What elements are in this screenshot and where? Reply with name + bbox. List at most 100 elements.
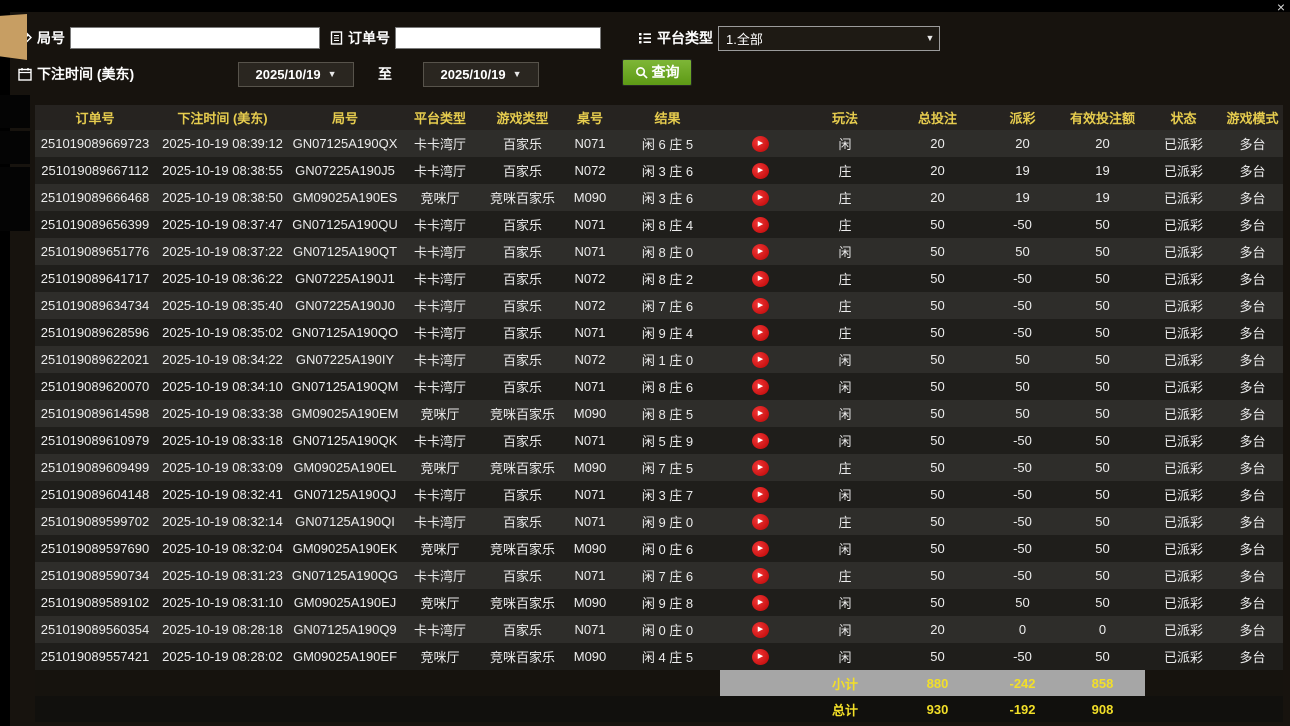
platform-select[interactable]: 1.全部 ▼ [718, 26, 940, 51]
close-icon[interactable]: × [1277, 0, 1285, 14]
order-no-cell: 251019089599702 [35, 508, 155, 535]
date-from-select[interactable]: 2025/10/19 ▼ [238, 62, 354, 87]
game-type-cell: 百家乐 [480, 508, 565, 535]
play-icon[interactable]: ▶ [752, 352, 769, 368]
game-type-cell: 竞咪百家乐 [480, 535, 565, 562]
play-icon[interactable]: ▶ [752, 163, 769, 179]
platform-type-cell: 竞咪厅 [400, 643, 480, 670]
play-icon[interactable]: ▶ [752, 622, 769, 638]
round-no-cell: GN07125A190QK [290, 427, 400, 454]
column-header: 订单号 [35, 105, 155, 130]
status-cell: 已派彩 [1145, 481, 1222, 508]
round-no-cell: GN07125A190QG [290, 562, 400, 589]
bet-type-cell: 庄 [800, 184, 890, 211]
table-row: 2510190895997022025-10-19 08:32:14GN0712… [35, 508, 1283, 535]
valid-bet-cell: 50 [1060, 562, 1145, 589]
bet-type-cell: 庄 [800, 454, 890, 481]
play-icon[interactable]: ▶ [752, 541, 769, 557]
result-cell: 闲 8 庄 0 [615, 238, 720, 265]
search-button[interactable]: 查询 [622, 59, 692, 86]
play-icon[interactable]: ▶ [752, 244, 769, 260]
platform-type-cell: 卡卡湾厅 [400, 373, 480, 400]
records-table: 订单号下注时间 (美东)局号平台类型游戏类型桌号结果玩法总投注派彩有效投注额状态… [35, 105, 1283, 722]
bet-time-cell: 2025-10-19 08:32:41 [155, 481, 290, 508]
play-icon[interactable]: ▶ [752, 379, 769, 395]
order-no-cell: 251019089634734 [35, 292, 155, 319]
date-to-value: 2025/10/19 [441, 67, 506, 82]
valid-bet-cell: 50 [1060, 508, 1145, 535]
order-input[interactable] [395, 27, 601, 49]
play-icon[interactable]: ▶ [752, 325, 769, 341]
result-cell: 闲 6 庄 5 [615, 130, 720, 157]
game-mode-cell: 多台 [1222, 265, 1283, 292]
side-tab-handle[interactable] [0, 14, 27, 60]
total-bet-cell: 20 [890, 130, 985, 157]
table-row: 2510190896285962025-10-19 08:35:02GN0712… [35, 319, 1283, 346]
bet-time-cell: 2025-10-19 08:39:12 [155, 130, 290, 157]
sum-payout-cell: -242 [985, 670, 1060, 696]
play-icon[interactable]: ▶ [752, 487, 769, 503]
valid-bet-cell: 50 [1060, 454, 1145, 481]
payout-cell: -50 [985, 319, 1060, 346]
spacer-cell [35, 670, 720, 696]
platform-type-cell: 卡卡湾厅 [400, 427, 480, 454]
game-type-cell: 百家乐 [480, 211, 565, 238]
game-mode-cell: 多台 [1222, 400, 1283, 427]
table-row: 2510190896347342025-10-19 08:35:40GN0722… [35, 292, 1283, 319]
play-icon[interactable]: ▶ [752, 649, 769, 665]
play-icon[interactable]: ▶ [752, 217, 769, 233]
result-cell: 闲 0 庄 0 [615, 616, 720, 643]
platform-type-cell: 卡卡湾厅 [400, 157, 480, 184]
play-cell: ▶ [720, 130, 800, 157]
result-cell: 闲 8 庄 4 [615, 211, 720, 238]
total-bet-cell: 50 [890, 400, 985, 427]
sum-valid-bet-cell: 908 [1060, 696, 1145, 722]
play-icon[interactable]: ▶ [752, 190, 769, 206]
side-decoration [0, 95, 30, 128]
date-to-select[interactable]: 2025/10/19 ▼ [423, 62, 539, 87]
table-no-cell: N071 [565, 319, 615, 346]
play-icon[interactable]: ▶ [752, 568, 769, 584]
order-no-cell: 251019089590734 [35, 562, 155, 589]
total-bet-cell: 50 [890, 373, 985, 400]
game-mode-cell: 多台 [1222, 616, 1283, 643]
bet-type-cell: 庄 [800, 508, 890, 535]
bet-time-cell: 2025-10-19 08:28:18 [155, 616, 290, 643]
play-icon[interactable]: ▶ [752, 298, 769, 314]
bet-type-cell: 闲 [800, 427, 890, 454]
date-from-group: 2025/10/19 ▼ [238, 61, 354, 87]
play-cell: ▶ [720, 238, 800, 265]
game-type-cell: 竞咪百家乐 [480, 400, 565, 427]
chevron-down-icon: ▼ [513, 69, 522, 79]
order-no-cell: 251019089560354 [35, 616, 155, 643]
table-no-cell: M090 [565, 400, 615, 427]
result-cell: 闲 0 庄 6 [615, 535, 720, 562]
play-icon[interactable]: ▶ [752, 271, 769, 287]
bet-time-cell: 2025-10-19 08:36:22 [155, 265, 290, 292]
play-icon[interactable]: ▶ [752, 433, 769, 449]
order-label: 订单号 [348, 28, 390, 48]
total-bet-cell: 50 [890, 292, 985, 319]
game-type-cell: 百家乐 [480, 319, 565, 346]
table-no-cell: N072 [565, 265, 615, 292]
play-icon[interactable]: ▶ [752, 514, 769, 530]
table-row: 2510190896145982025-10-19 08:33:38GM0902… [35, 400, 1283, 427]
round-input[interactable] [70, 27, 320, 49]
play-icon[interactable]: ▶ [752, 595, 769, 611]
order-no-cell: 251019089666468 [35, 184, 155, 211]
bet-type-cell: 闲 [800, 535, 890, 562]
game-mode-cell: 多台 [1222, 292, 1283, 319]
status-cell: 已派彩 [1145, 427, 1222, 454]
payout-cell: -50 [985, 427, 1060, 454]
order-no-cell: 251019089622021 [35, 346, 155, 373]
play-icon[interactable]: ▶ [752, 460, 769, 476]
window-topbar [0, 0, 1290, 12]
play-icon[interactable]: ▶ [752, 406, 769, 422]
bet-time-cell: 2025-10-19 08:33:18 [155, 427, 290, 454]
play-icon[interactable]: ▶ [752, 136, 769, 152]
bet-type-cell: 闲 [800, 643, 890, 670]
document-icon [330, 31, 343, 45]
grand-total-row: 总计930-192908 [35, 696, 1283, 722]
play-cell: ▶ [720, 319, 800, 346]
valid-bet-cell: 50 [1060, 211, 1145, 238]
